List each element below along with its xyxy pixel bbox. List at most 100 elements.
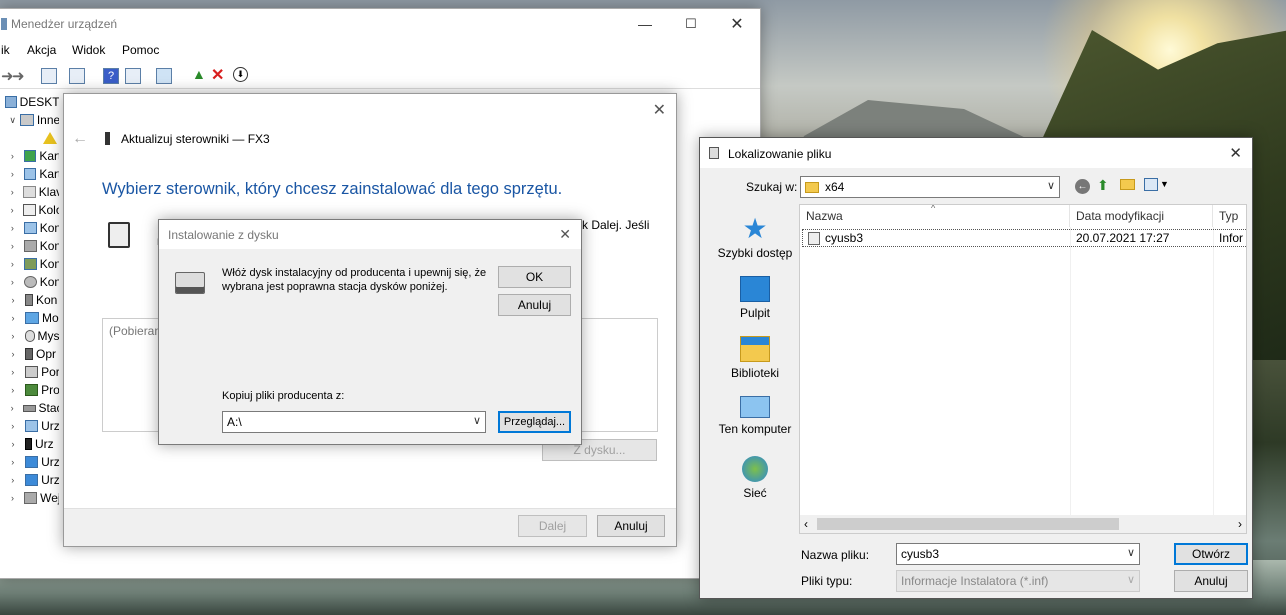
tree-item[interactable]: › Wej [0, 489, 59, 507]
place-desktop[interactable]: Pulpit [706, 276, 804, 320]
tree-item[interactable]: › Pro [0, 381, 59, 399]
window-title: Menedżer urządzeń [11, 17, 118, 31]
scroll-left-icon[interactable]: ‹ [804, 517, 808, 531]
maximize-button[interactable]: ☐ [668, 9, 714, 39]
close-icon[interactable]: ✕ [559, 226, 571, 243]
tree-item[interactable]: ›Kart [0, 147, 59, 165]
tree-item[interactable]: › Kon [0, 219, 59, 237]
table-row[interactable]: cyusb3 20.07.2021 17:27 Infor [802, 229, 1246, 247]
file-dialog-icon [709, 147, 719, 159]
device-icon [23, 168, 37, 180]
details-icon[interactable] [69, 68, 85, 84]
tree-item[interactable]: › Por [0, 363, 59, 381]
scrollbar-thumb[interactable] [817, 518, 1119, 530]
back-arrow-icon[interactable]: ← [72, 130, 88, 148]
close-button[interactable]: ✕ [714, 9, 760, 39]
cancel-button[interactable]: Anuluj [597, 515, 665, 537]
place-network[interactable]: Sieć [706, 456, 804, 500]
column-date-modified[interactable]: Data modyfikacji [1070, 205, 1213, 227]
file-date: 20.07.2021 17:27 [1076, 231, 1170, 245]
look-in-combobox[interactable]: x64 ∨ [800, 176, 1060, 198]
column-type[interactable]: Typ [1213, 205, 1246, 227]
filetype-combobox[interactable]: Informacje Instalatora (*.inf) ∨ [896, 570, 1140, 592]
chevron-down-icon: ∨ [9, 114, 16, 125]
dialog-title: Instalowanie z dysku [168, 228, 279, 242]
tree-item[interactable]: › Mys [0, 327, 59, 345]
forward-arrow-icon[interactable]: ➜ [12, 67, 25, 85]
column-divider [1213, 227, 1214, 515]
tree-item[interactable]: ›Stac [0, 399, 59, 417]
other-devices-icon [20, 114, 34, 126]
tree-item[interactable]: ∨ Inne [0, 111, 59, 129]
monitor-icon [25, 312, 39, 324]
view-icon[interactable] [125, 68, 141, 84]
tree-item[interactable]: › Urz [0, 435, 59, 453]
properties-icon[interactable] [41, 68, 57, 84]
driver-list-text: (Pobieran [109, 324, 162, 338]
copy-from-combobox[interactable]: A:\ ∨ [222, 411, 486, 433]
speaker-icon [24, 492, 38, 504]
star-icon: ★ [742, 213, 768, 244]
close-icon[interactable]: ✕ [653, 100, 666, 120]
monitor-icon [24, 474, 39, 486]
tree-item[interactable]: › Kon [0, 237, 59, 255]
tree-item[interactable]: › Urz [0, 417, 59, 435]
place-this-pc[interactable]: Ten komputer [706, 396, 804, 436]
download-icon[interactable]: ⬇ [233, 67, 248, 82]
view-menu-icon[interactable] [1144, 178, 1158, 191]
file-list[interactable]: ^ Nazwa Data modyfikacji Typ cyusb3 20.0… [799, 204, 1247, 534]
horizontal-scrollbar[interactable]: ‹ › [800, 515, 1246, 533]
chevron-right-icon: › [11, 493, 15, 503]
update-driver-icon[interactable]: ▲ [192, 66, 206, 82]
menu-file[interactable]: ik [1, 43, 10, 57]
tree-item-warning[interactable] [0, 129, 59, 147]
filetype-label: Pliki typu: [801, 574, 853, 588]
places-bar: ★ Szybki dostęp Pulpit Biblioteki Ten ko… [706, 204, 798, 534]
menu-action[interactable]: Akcja [27, 43, 56, 57]
tree-root[interactable]: DESKTO [0, 93, 59, 111]
up-folder-icon[interactable]: ⬆ [1097, 177, 1109, 194]
cancel-button[interactable]: Anuluj [1174, 570, 1248, 592]
cancel-button[interactable]: Anuluj [498, 294, 571, 316]
menu-help[interactable]: Pomoc [122, 43, 159, 57]
tree-item[interactable]: › Urz [0, 453, 59, 471]
title-bar: Lokalizowanie pliku ✕ [700, 138, 1252, 168]
chevron-right-icon: › [11, 385, 15, 395]
tree-item[interactable]: › Kon [0, 255, 59, 273]
filename-combobox[interactable]: cyusb3 ∨ [896, 543, 1140, 565]
close-icon[interactable]: ✕ [1229, 144, 1242, 162]
tree-item[interactable]: › Mo [0, 309, 59, 327]
back-icon[interactable]: ← [1075, 179, 1090, 194]
dialog-title: Aktualizuj sterowniki — FX3 [121, 132, 270, 146]
next-button[interactable]: Dalej [518, 515, 587, 537]
chevron-down-icon: ∨ [1126, 574, 1135, 586]
column-name[interactable]: Nazwa [800, 205, 1070, 227]
menu-view[interactable]: Widok [72, 43, 105, 57]
scroll-right-icon[interactable]: › [1238, 517, 1242, 531]
chevron-right-icon: › [10, 241, 14, 251]
tree-item[interactable]: › Urz [0, 471, 59, 489]
tree-item[interactable]: ›Klav [0, 183, 59, 201]
ok-button[interactable]: OK [498, 266, 571, 288]
tree-item[interactable]: ›Kart [0, 165, 59, 183]
open-button[interactable]: Otwórz [1174, 543, 1248, 565]
chevron-right-icon: › [11, 349, 15, 359]
chevron-down-icon[interactable]: ▼ [1160, 179, 1169, 189]
minimize-button[interactable]: — [622, 9, 668, 39]
uninstall-icon[interactable]: ✕ [211, 65, 224, 85]
controller-icon [23, 204, 36, 216]
help-icon[interactable]: ? [103, 68, 119, 84]
place-libraries[interactable]: Biblioteki [706, 336, 804, 380]
tree-item[interactable]: › Kon [0, 273, 59, 291]
device-icon [23, 150, 37, 162]
title-bar: Instalowanie z dysku ✕ [159, 220, 581, 249]
tree-item[interactable]: › Kon [0, 291, 59, 309]
new-folder-icon[interactable] [1120, 179, 1135, 190]
place-quick-access[interactable]: ★ Szybki dostęp [706, 213, 804, 261]
tree-item[interactable]: › Opr [0, 345, 59, 363]
scan-hardware-icon[interactable] [156, 68, 172, 84]
tree-item[interactable]: ›Kolo [0, 201, 59, 219]
browse-button[interactable]: Przeglądaj... [498, 411, 571, 433]
device-tree: DESKTO ∨ Inne ›Kart ›Kart ›Klav ›Kolo ›K… [0, 93, 65, 573]
device-manager-icon [1, 18, 7, 30]
